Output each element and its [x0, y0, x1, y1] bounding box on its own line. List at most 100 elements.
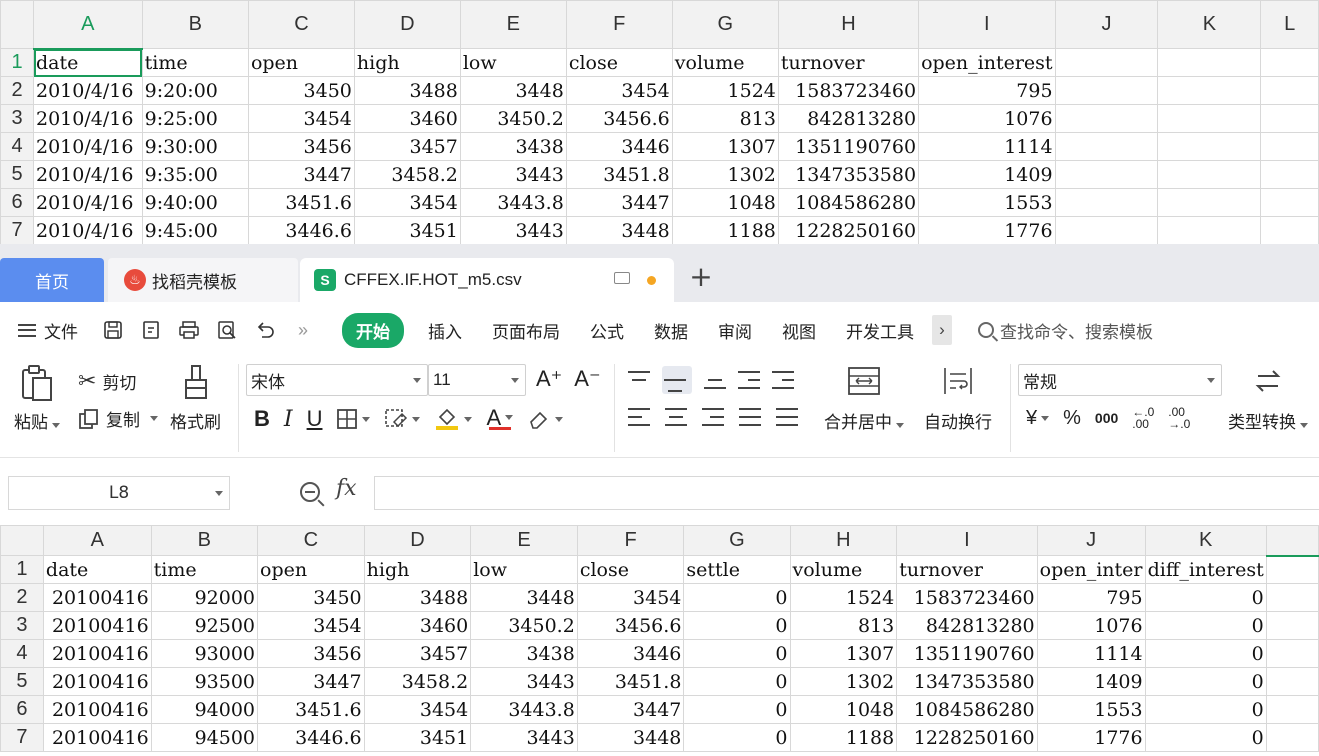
cell[interactable] [1054, 216, 1159, 244]
cell[interactable]: 1776 [918, 216, 1056, 244]
cell[interactable]: 93500 [150, 667, 259, 696]
row-header[interactable]: 1 [0, 555, 44, 584]
column-header[interactable]: K [1144, 525, 1267, 556]
zoom-out-icon[interactable] [300, 482, 320, 502]
select-all-corner[interactable] [0, 525, 44, 556]
cell[interactable]: 3454 [565, 76, 673, 105]
command-search[interactable]: 查找命令、搜索模板 [978, 318, 1153, 343]
cell[interactable]: low [470, 555, 578, 584]
percent-button[interactable]: % [1063, 407, 1081, 430]
cell[interactable]: 3454 [353, 188, 461, 217]
more-tabs-button[interactable]: › [932, 315, 952, 345]
column-header[interactable]: G [683, 525, 791, 556]
column-header[interactable]: I [896, 525, 1038, 556]
cell[interactable]: diff_interest [1144, 555, 1267, 584]
cell[interactable]: 3451 [363, 723, 472, 752]
cell[interactable] [1260, 216, 1319, 244]
cell[interactable]: 3454 [363, 695, 472, 724]
cell[interactable]: time [150, 555, 259, 584]
cell[interactable]: 20100416 [42, 611, 152, 640]
cell[interactable]: 1307 [789, 639, 898, 668]
type-convert-button[interactable]: 类型转换 [1228, 364, 1308, 433]
formula-input[interactable] [374, 476, 1319, 510]
menu-tab-0[interactable]: 开始 [342, 312, 404, 348]
cell[interactable]: 1188 [789, 723, 898, 752]
cell[interactable]: 2010/4/16 [33, 188, 143, 217]
cell[interactable]: 3446.6 [257, 723, 365, 752]
cell[interactable]: 9:40:00 [141, 188, 249, 217]
cell[interactable]: 0 [683, 611, 791, 640]
cell[interactable]: 1228250160 [777, 216, 920, 244]
align-center-icon[interactable] [665, 408, 687, 426]
cell[interactable] [1265, 667, 1319, 696]
row-header[interactable]: 6 [0, 188, 34, 217]
cell[interactable]: 1347353580 [896, 667, 1038, 696]
fill-color-button[interactable] [434, 407, 473, 431]
cell[interactable]: high [363, 555, 472, 584]
cell[interactable]: turnover [777, 48, 920, 77]
cell[interactable]: 2010/4/16 [33, 216, 143, 244]
cell[interactable]: 9:35:00 [141, 160, 249, 189]
cell[interactable] [1260, 104, 1319, 133]
cell[interactable] [1265, 583, 1319, 612]
cell[interactable] [1260, 188, 1319, 217]
menu-tab-7[interactable]: 开发工具 [846, 318, 914, 343]
cell[interactable]: 0 [683, 667, 791, 696]
more-quick-access-icon[interactable]: » [290, 317, 316, 343]
cell[interactable]: 3460 [363, 611, 472, 640]
row-header[interactable]: 4 [0, 639, 44, 668]
cell[interactable]: 3443.8 [459, 188, 567, 217]
cell[interactable]: 92500 [150, 611, 259, 640]
align-top-icon[interactable] [628, 371, 650, 389]
cell[interactable]: volume [789, 555, 898, 584]
cell[interactable]: 1084586280 [777, 188, 920, 217]
justify-icon[interactable] [739, 408, 761, 426]
cell[interactable]: 20100416 [42, 583, 152, 612]
cell[interactable]: 1188 [671, 216, 779, 244]
cell[interactable]: 3443 [459, 160, 567, 189]
cell[interactable]: date [33, 48, 143, 77]
column-header[interactable]: L [1260, 0, 1319, 49]
cell[interactable]: 1302 [671, 160, 779, 189]
cell[interactable]: 1307 [671, 132, 779, 161]
cell[interactable]: 1084586280 [896, 695, 1038, 724]
grow-font-icon[interactable]: A⁺ [536, 366, 562, 392]
cell[interactable]: 2010/4/16 [33, 104, 143, 133]
cell[interactable]: 3446.6 [247, 216, 355, 244]
cell[interactable]: open_inter [1036, 555, 1146, 584]
cell[interactable]: 795 [1036, 583, 1146, 612]
cell[interactable] [1265, 555, 1319, 584]
shrink-font-icon[interactable]: A⁻ [574, 366, 600, 392]
monitor-icon[interactable] [614, 272, 630, 284]
cell[interactable]: 3450.2 [459, 104, 567, 133]
column-header[interactable]: H [789, 525, 898, 556]
row-header[interactable]: 2 [0, 76, 34, 105]
border-button[interactable] [336, 408, 371, 430]
paste-button[interactable]: 粘贴 [14, 364, 60, 433]
cell[interactable] [1157, 76, 1262, 105]
cell[interactable]: open [247, 48, 355, 77]
cell[interactable]: 1583723460 [896, 583, 1038, 612]
cell[interactable]: 3448 [576, 723, 685, 752]
cell[interactable]: 3458.2 [353, 160, 461, 189]
font-size-select[interactable]: 11 [428, 364, 526, 396]
column-header[interactable]: F [565, 0, 673, 49]
cell[interactable] [1265, 611, 1319, 640]
decrease-decimal-button[interactable]: .00 →.0 [1168, 406, 1190, 430]
print-preview-icon[interactable] [214, 317, 240, 343]
align-middle-icon[interactable] [662, 366, 692, 394]
row-header[interactable]: 3 [0, 104, 34, 133]
row-header[interactable]: 5 [0, 667, 44, 696]
cell[interactable] [1054, 48, 1159, 77]
row-header[interactable]: 7 [0, 723, 44, 752]
cell[interactable]: 1409 [1036, 667, 1146, 696]
column-header[interactable]: E [459, 0, 567, 49]
column-header[interactable]: I [918, 0, 1056, 49]
tab-home[interactable]: 首页 [0, 258, 104, 302]
font-color-button[interactable]: A [486, 406, 514, 430]
cell[interactable]: 3443 [459, 216, 567, 244]
cell[interactable]: 2010/4/16 [33, 76, 143, 105]
column-header[interactable]: D [353, 0, 461, 49]
column-header[interactable]: E [470, 525, 578, 556]
menu-tab-5[interactable]: 审阅 [718, 318, 752, 343]
